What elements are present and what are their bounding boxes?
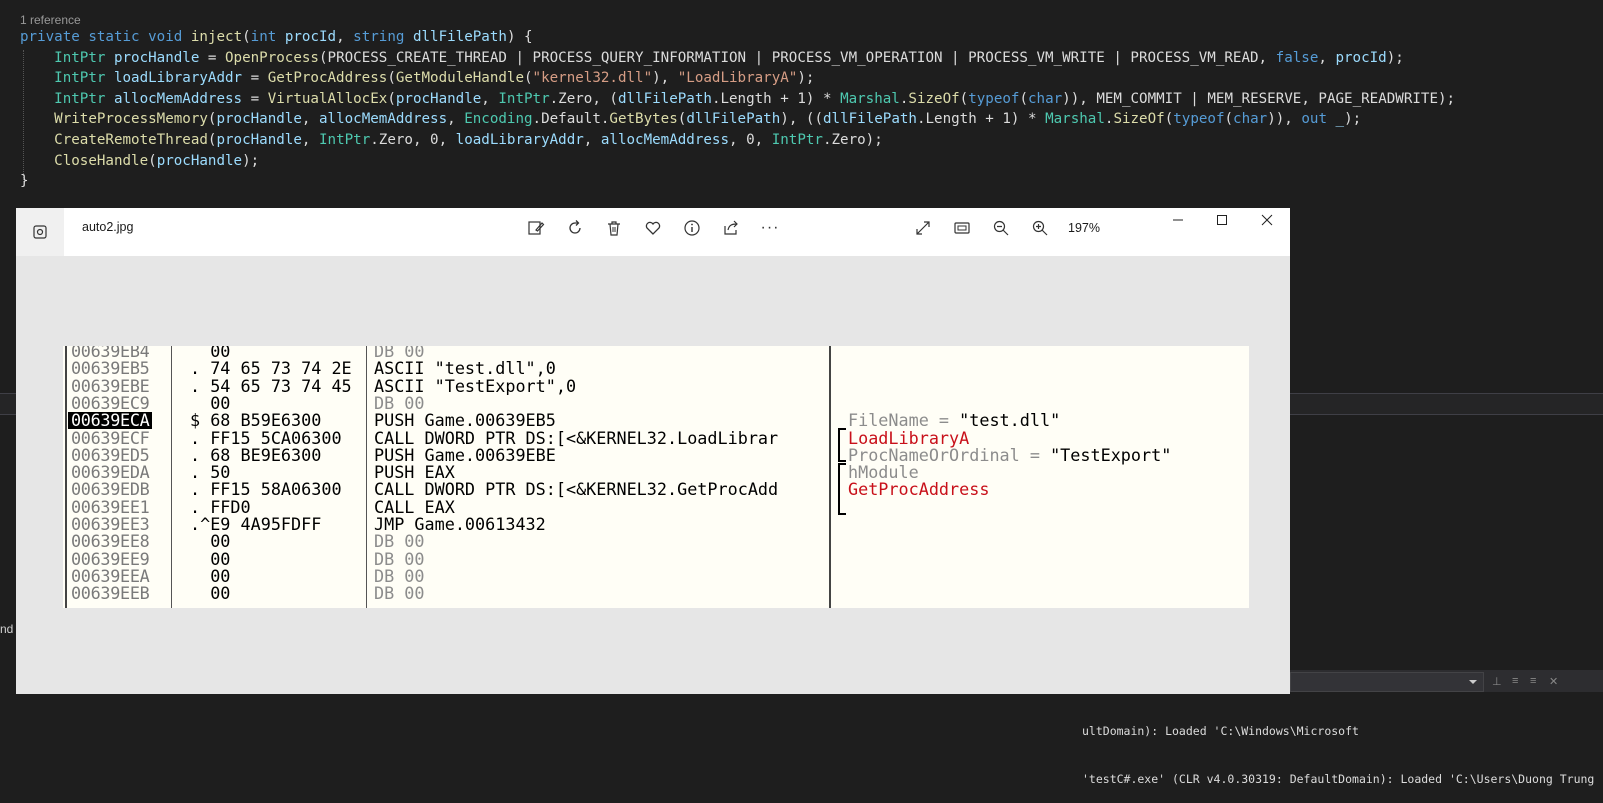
hex-dump-cell: . 74 65 73 74 2E [190, 358, 352, 379]
instruction-cell: DB 00 [374, 567, 425, 586]
zoom-level[interactable]: 197% [1068, 221, 1100, 235]
instruction-cell: DB 00 [374, 346, 425, 361]
address-cell: 00639ECA [68, 411, 153, 430]
output-line: ultDomain): Loaded 'C:\Windows\Microsoft [1082, 724, 1359, 738]
disassembly-row: 00639EBE. 54 65 73 74 45 ASCII "TestExpor… [63, 377, 1249, 395]
clear-output-icon[interactable]: ≡ [1512, 675, 1524, 687]
code-line[interactable]: WriteProcessMemory(procHandle, allocMemA… [20, 109, 1455, 130]
zoom-in-icon[interactable] [1029, 217, 1051, 239]
file-name: auto2.jpg [82, 220, 134, 234]
instruction-cell: DB 00 [374, 394, 425, 413]
close-icon[interactable] [1247, 208, 1287, 232]
disassembly-row: 00639EEA 00 DB 00 [63, 567, 1249, 586]
address-cell: 00639EE8 [71, 531, 150, 552]
instruction-cell: PUSH Game.00639EBE [374, 446, 556, 465]
instruction-cell: ASCII "TestExport",0 [374, 377, 577, 395]
edit-icon[interactable] [525, 217, 547, 239]
code-block[interactable]: private static void inject(int procId, s… [20, 27, 1455, 192]
more-icon[interactable]: ··· [759, 217, 781, 239]
instruction-cell: DB 00 [374, 550, 425, 568]
code-line[interactable]: } [20, 171, 1455, 192]
comment-cell: FileName = "test.dll" [848, 410, 1061, 431]
instruction-cell: CALL EAX [374, 498, 455, 516]
output-source-dropdown[interactable] [1290, 672, 1484, 692]
codelens-references[interactable]: 1 reference [20, 13, 81, 27]
code-line[interactable]: CreateRemoteThread(procHandle, IntPtr.Ze… [20, 130, 1455, 151]
instruction-cell: DB 00 [374, 585, 425, 603]
comment-cell: GetProcAddress [848, 479, 990, 500]
rotate-icon[interactable] [564, 217, 586, 239]
disassembly-row: 00639EB5 . 74 65 73 74 2E ASCII "test.dll"… [63, 358, 1249, 379]
fit-to-window-icon[interactable] [951, 217, 973, 239]
hex-dump-cell: 00 [190, 583, 231, 604]
disassembly-image: 00639EB4 00 DB 00 00639EB5. 74 65 73 74 2E… [63, 346, 1249, 608]
disassembly-row: 00639EE3 .^E9 4A95FDFF JMP Game.00613432 [63, 515, 1249, 534]
zoom-out-icon[interactable] [990, 217, 1012, 239]
fullscreen-icon[interactable] [912, 217, 934, 239]
delete-icon[interactable] [603, 217, 625, 239]
address-cell: 00639EEB [71, 583, 150, 604]
code-line[interactable]: private static void inject(int procId, s… [20, 27, 1455, 48]
disassembly-row: 00639EE8 00 DB 00 [63, 531, 1249, 552]
minimize-icon[interactable] [1158, 208, 1198, 232]
viewer-titlebar: auto2.jpg ··· 197% [16, 208, 1290, 256]
instruction-cell: CALL DWORD PTR DS:[<&KERNEL32.LoadLibrar [374, 429, 779, 447]
code-line[interactable]: IntPtr loadLibraryAddr = GetProcAddress(… [20, 68, 1455, 89]
disassembly-row: 00639EE9 00 DB 00 [63, 550, 1249, 568]
share-icon[interactable] [720, 217, 742, 239]
disassembly-row: 00639EEB 00 DB 00 [63, 583, 1249, 604]
instruction-cell: PUSH Game.00639EB5 [374, 412, 556, 430]
instruction-cell: ASCII "test.dll",0 [374, 360, 556, 378]
disassembly-row: 00639ECA $ 68 B59E6300 PUSH Game.00639EB5 F… [63, 410, 1249, 431]
output-text: ultDomain): Loaded 'C:\Windows\Microsoft… [1082, 691, 1594, 803]
instruction-cell: PUSH EAX [374, 464, 455, 482]
find-icon[interactable]: ⊥ [1492, 675, 1504, 688]
word-wrap-icon[interactable]: ≡ [1530, 675, 1542, 687]
instruction-cell: DB 00 [374, 533, 425, 551]
hex-dump-cell: $ 68 B59E6300 [190, 410, 322, 431]
disassembly-row: 00639ED5. 68 BE9E6300 PUSH Game.00639EBE P… [63, 446, 1249, 465]
close-output-icon[interactable]: ✕ [1549, 675, 1561, 688]
maximize-icon[interactable] [1202, 208, 1242, 232]
favorite-icon[interactable] [642, 217, 664, 239]
hex-dump-cell: 00 [190, 531, 231, 552]
instruction-cell: JMP Game.00613432 [374, 516, 546, 534]
photo-viewer-window: auto2.jpg ··· 197% 00639EB4 00 DB 00 006… [16, 208, 1290, 694]
code-line[interactable]: IntPtr procHandle = OpenProcess(PROCESS_… [20, 48, 1455, 69]
photos-app-icon [16, 208, 64, 256]
code-line[interactable]: CloseHandle(procHandle); [20, 151, 1455, 172]
info-icon[interactable] [681, 217, 703, 239]
instruction-cell: CALL DWORD PTR DS:[<&KERNEL32.GetProcAdd [374, 481, 779, 499]
output-line: 'testC#.exe' (CLR v4.0.30319: DefaultDom… [1082, 772, 1595, 786]
code-line[interactable]: IntPtr allocMemAddress = VirtualAllocEx(… [20, 89, 1455, 110]
address-cell: 00639EB5 [71, 358, 150, 379]
partial-panel-label: nd [0, 622, 14, 636]
